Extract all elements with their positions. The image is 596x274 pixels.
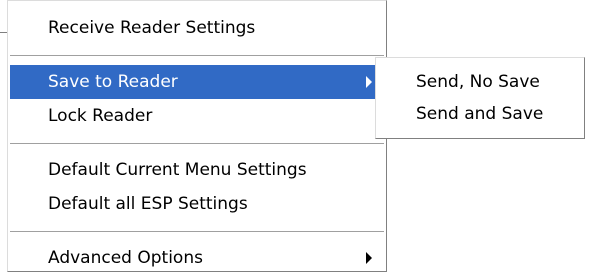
submenu-item-label: Send, No Save [416,72,540,92]
menu-item-label: Receive Reader Settings [48,18,256,38]
menu-item-default-all-esp-settings[interactable]: Default all ESP Settings [10,187,384,221]
menu-separator [10,143,384,145]
screen: Receive Reader Settings Save to Reader L… [0,0,596,274]
menu-item-label: Default all ESP Settings [48,194,248,214]
menu-item-receive-reader-settings[interactable]: Receive Reader Settings [10,11,384,45]
menu-item-label: Advanced Options [48,248,203,268]
menu-item-label: Lock Reader [48,106,153,126]
menu-separator [10,55,384,57]
menu-item-label: Save to Reader [48,72,178,92]
menu-item-save-to-reader[interactable]: Save to Reader [10,65,384,99]
submenu-arrow-icon [366,76,372,88]
save-to-reader-submenu: Send, No Save Send and Save [375,57,585,139]
menu-item-label: Default Current Menu Settings [48,160,307,180]
submenu-item-send-no-save[interactable]: Send, No Save [378,66,582,98]
submenu-item-send-and-save[interactable]: Send and Save [378,98,582,130]
context-menu: Receive Reader Settings Save to Reader L… [7,0,387,272]
menu-separator [10,231,384,233]
menu-item-advanced-options[interactable]: Advanced Options [10,241,384,274]
menu-item-lock-reader[interactable]: Lock Reader [10,99,384,133]
submenu-arrow-icon [366,252,372,264]
menu-item-default-current-menu-settings[interactable]: Default Current Menu Settings [10,153,384,187]
submenu-item-label: Send and Save [416,104,544,124]
